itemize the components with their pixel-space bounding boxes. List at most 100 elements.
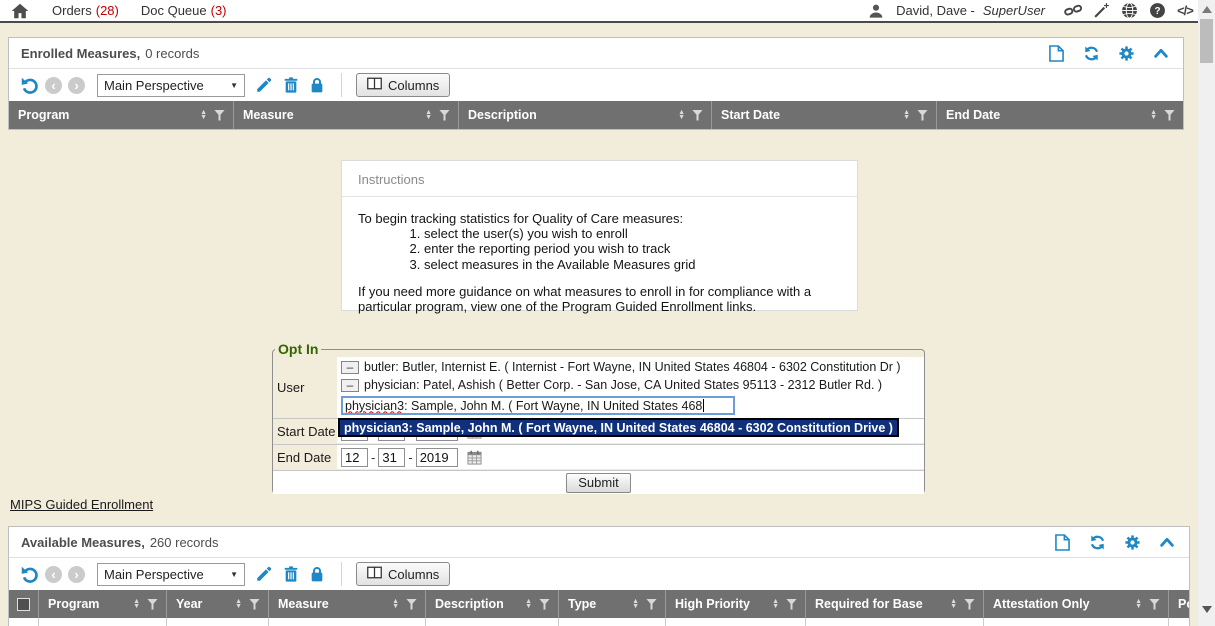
column-header-measure[interactable]: Measure ▲▼	[269, 590, 426, 618]
gear-icon[interactable]	[1116, 44, 1136, 62]
filter-icon[interactable]	[1149, 599, 1160, 610]
column-header-type[interactable]: Type ▲▼	[559, 590, 666, 618]
user-label: User	[273, 357, 337, 418]
filter-icon[interactable]	[249, 599, 260, 610]
home-icon[interactable]	[10, 2, 30, 20]
delete-perspective-icon[interactable]	[283, 76, 299, 94]
sort-icon[interactable]: ▲▼	[525, 599, 532, 609]
sort-icon[interactable]: ▲▼	[950, 599, 957, 609]
edit-perspective-icon[interactable]	[255, 76, 273, 94]
instructions-outro: If you need more guidance on what measur…	[358, 284, 841, 314]
filter-icon[interactable]	[917, 110, 928, 121]
wand-icon[interactable]	[1091, 2, 1111, 20]
column-header-program[interactable]: Program ▲▼	[39, 590, 167, 618]
column-header-year[interactable]: Year ▲▼	[167, 590, 269, 618]
columns-button[interactable]: Columns	[356, 562, 450, 586]
opt-in-legend: Opt In	[275, 341, 321, 357]
filter-icon[interactable]	[964, 599, 975, 610]
column-header-description[interactable]: Description ▲▼	[459, 101, 712, 129]
help-icon[interactable]: ?	[1147, 2, 1167, 20]
sort-icon[interactable]: ▲▼	[632, 599, 639, 609]
submit-button[interactable]: Submit	[566, 473, 630, 493]
column-header-attestation-only[interactable]: Attestation Only ▲▼	[984, 590, 1169, 618]
edit-perspective-icon[interactable]	[255, 565, 273, 583]
column-header-points[interactable]: Points	[1169, 590, 1189, 618]
instruction-step: select measures in the Available Measure…	[424, 257, 841, 272]
column-header-end-date[interactable]: End Date ▲▼	[937, 101, 1183, 129]
column-header-start-date[interactable]: Start Date ▲▼	[712, 101, 937, 129]
undo-icon[interactable]	[19, 565, 39, 583]
column-header-description[interactable]: Description ▲▼	[426, 590, 559, 618]
remove-user-button[interactable]: –	[341, 379, 359, 392]
filter-icon[interactable]	[1164, 110, 1175, 121]
end-date-year-input[interactable]	[416, 448, 458, 467]
submit-row: Submit	[273, 471, 924, 494]
scroll-up-arrow[interactable]	[1202, 6, 1212, 13]
filter-icon[interactable]	[406, 599, 417, 610]
column-header-measure[interactable]: Measure ▲▼	[234, 101, 459, 129]
filter-icon[interactable]	[692, 110, 703, 121]
remove-user-button[interactable]: –	[341, 361, 359, 374]
sort-icon[interactable]: ▲▼	[425, 110, 432, 120]
new-document-icon[interactable]	[1052, 533, 1072, 551]
globe-icon[interactable]	[1119, 2, 1139, 20]
user-search-input[interactable]: physician3: Sample, John M. ( Fort Wayne…	[341, 396, 735, 415]
back-icon[interactable]: ‹	[45, 77, 62, 94]
new-document-icon[interactable]	[1046, 44, 1066, 62]
filter-icon[interactable]	[214, 110, 225, 121]
refresh-icon[interactable]	[1081, 44, 1101, 62]
end-date-month-input[interactable]	[341, 448, 368, 467]
partial-table-row	[9, 618, 1189, 626]
filter-icon[interactable]	[786, 599, 797, 610]
columns-button[interactable]: Columns	[356, 73, 450, 97]
filter-icon[interactable]	[439, 110, 450, 121]
instructions-title: Instructions	[358, 172, 841, 187]
perspective-select[interactable]: Main Perspective ▼	[97, 74, 245, 97]
sort-icon[interactable]: ▲▼	[235, 599, 242, 609]
gear-icon[interactable]	[1122, 533, 1142, 551]
sort-icon[interactable]: ▲▼	[392, 599, 399, 609]
column-header-high-priority[interactable]: High Priority ▲▼	[666, 590, 806, 618]
delete-perspective-icon[interactable]	[283, 565, 299, 583]
end-date-day-input[interactable]	[378, 448, 405, 467]
sort-icon[interactable]: ▲▼	[1150, 110, 1157, 120]
scroll-down-arrow[interactable]	[1202, 606, 1212, 613]
collapse-panel-icon[interactable]	[1151, 44, 1171, 62]
column-header-select-all[interactable]	[9, 590, 39, 618]
sort-icon[interactable]: ▲▼	[133, 599, 140, 609]
page-scrollbar	[1198, 0, 1215, 626]
lock-perspective-icon[interactable]	[309, 565, 325, 583]
mips-guided-enrollment-link[interactable]: MIPS Guided Enrollment	[10, 497, 153, 512]
sort-icon[interactable]: ▲▼	[200, 110, 207, 120]
filter-icon[interactable]	[539, 599, 550, 610]
panel-title: Available Measures,	[21, 535, 145, 550]
calendar-icon[interactable]	[467, 450, 482, 465]
filter-icon[interactable]	[646, 599, 657, 610]
back-icon[interactable]: ‹	[45, 566, 62, 583]
forward-icon[interactable]: ›	[68, 566, 85, 583]
select-all-checkbox[interactable]	[17, 598, 30, 611]
perspective-select[interactable]: Main Perspective ▼	[97, 563, 245, 586]
end-date-value-cell: - -	[337, 445, 924, 469]
sort-icon[interactable]: ▲▼	[678, 110, 685, 120]
svg-text:?: ?	[1154, 6, 1160, 17]
end-date-row: End Date - -	[273, 445, 924, 471]
column-header-program[interactable]: Program ▲▼	[9, 101, 234, 129]
sort-icon[interactable]: ▲▼	[772, 599, 779, 609]
link-icon[interactable]	[1063, 2, 1083, 20]
column-header-required-for-base[interactable]: Required for Base ▲▼	[806, 590, 984, 618]
nav-doc-queue[interactable]: Doc Queue (3)	[141, 3, 227, 18]
sort-icon[interactable]: ▲▼	[903, 110, 910, 120]
forward-icon[interactable]: ›	[68, 77, 85, 94]
nav-orders[interactable]: Orders (28)	[52, 3, 119, 18]
refresh-icon[interactable]	[1087, 533, 1107, 551]
filter-icon[interactable]	[147, 599, 158, 610]
lock-perspective-icon[interactable]	[309, 76, 325, 94]
code-icon[interactable]: </>	[1175, 2, 1195, 20]
sort-icon[interactable]: ▲▼	[1135, 599, 1142, 609]
user-autocomplete-suggestion[interactable]: physician3: Sample, John M. ( Fort Wayne…	[338, 418, 899, 437]
selected-user-item: – physician: Patel, Ashish ( Better Corp…	[341, 376, 920, 394]
scrollbar-thumb[interactable]	[1200, 19, 1213, 63]
undo-icon[interactable]	[19, 76, 39, 94]
collapse-panel-icon[interactable]	[1157, 533, 1177, 551]
